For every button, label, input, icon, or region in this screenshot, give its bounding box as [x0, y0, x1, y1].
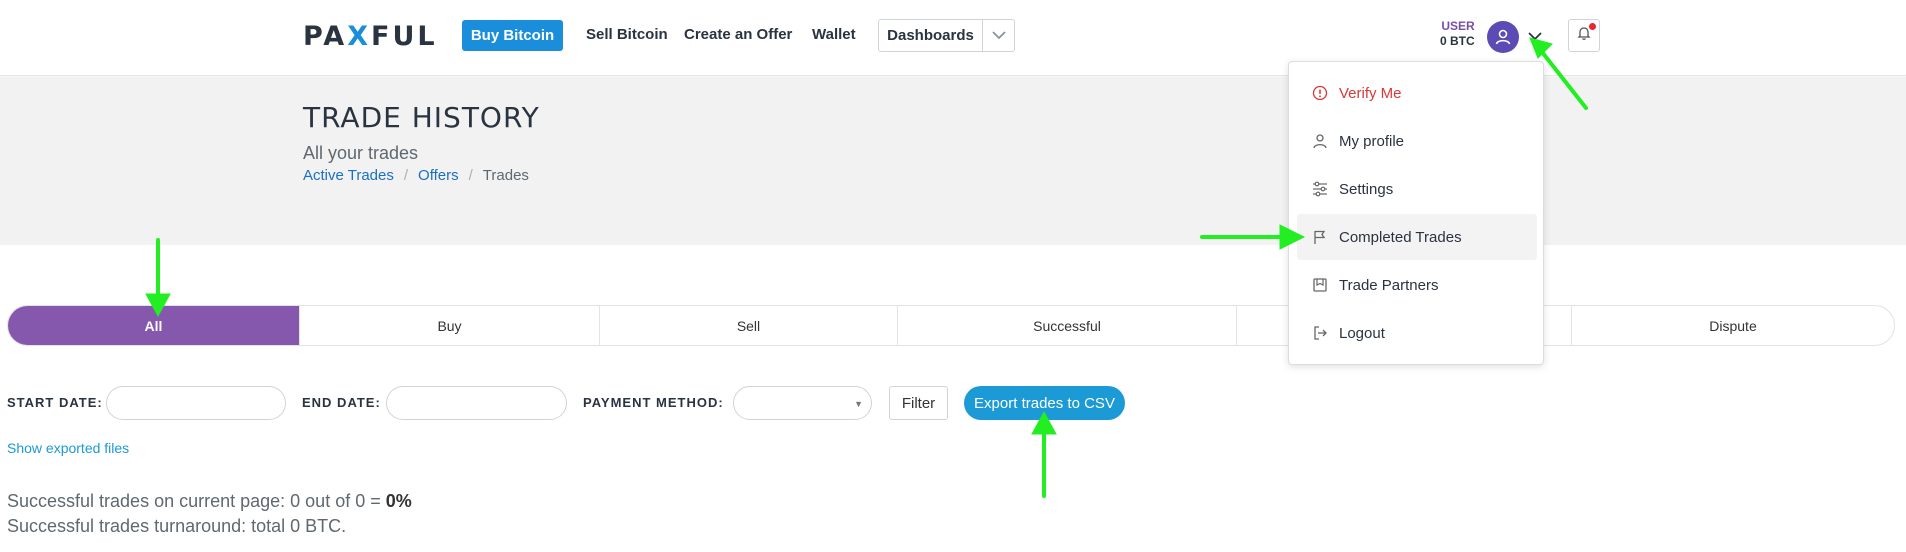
user-dropdown-menu: Verify Me My profile Settings Completed …: [1288, 61, 1544, 365]
menu-item-verify-me[interactable]: Verify Me: [1297, 70, 1537, 116]
successful-trades-stat: Successful trades on current page: 0 out…: [7, 491, 412, 512]
end-date-input[interactable]: [386, 386, 567, 420]
nav-sell-bitcoin[interactable]: Sell Bitcoin: [586, 26, 668, 43]
breadcrumb-separator: /: [468, 167, 473, 184]
tab-buy[interactable]: Buy: [300, 306, 600, 345]
notifications-button[interactable]: [1568, 19, 1600, 52]
page-title: TRADE HISTORY: [303, 101, 540, 134]
menu-item-settings[interactable]: Settings: [1297, 166, 1537, 212]
trade-filter-tabs: All Buy Sell Successful Dispute: [7, 305, 1895, 346]
chevron-down-icon[interactable]: [983, 20, 1014, 51]
user-avatar-icon[interactable]: [1487, 21, 1519, 53]
tab-successful[interactable]: Successful: [898, 306, 1237, 345]
nav-wallet[interactable]: Wallet: [812, 26, 856, 43]
partners-icon: [1311, 276, 1329, 294]
tab-dispute[interactable]: Dispute: [1572, 306, 1894, 345]
select-arrow-icon: ▼: [854, 399, 863, 409]
flag-icon: [1311, 228, 1329, 246]
breadcrumb-separator: /: [403, 167, 409, 184]
payment-method-label: PAYMENT METHOD:: [583, 395, 724, 410]
page-header-band: [0, 77, 1906, 245]
paxful-logo[interactable]: PAXFUL: [303, 21, 438, 52]
breadcrumb-trades: Trades: [482, 167, 529, 184]
filter-button[interactable]: Filter: [889, 386, 948, 420]
menu-item-my-profile[interactable]: My profile: [1297, 118, 1537, 164]
menu-item-label: Trade Partners: [1339, 276, 1439, 294]
breadcrumb: Active Trades / Offers / Trades: [303, 167, 529, 184]
logo-text-b: FUL: [371, 21, 438, 52]
notification-dot: [1589, 23, 1596, 30]
logo-text-x: X: [347, 21, 372, 52]
breadcrumb-offers[interactable]: Offers: [418, 167, 459, 184]
tab-all[interactable]: All: [8, 306, 300, 345]
start-date-input[interactable]: [106, 386, 286, 420]
top-navbar: PAXFUL Buy Bitcoin Sell Bitcoin Create a…: [0, 0, 1906, 76]
payment-method-select[interactable]: ▼: [733, 386, 872, 420]
logo-text-a: PA: [303, 21, 348, 52]
info-circle-icon: [1311, 84, 1329, 102]
start-date-label: START DATE:: [7, 395, 103, 410]
nav-create-offer[interactable]: Create an Offer: [684, 26, 792, 43]
menu-item-label: Settings: [1339, 180, 1394, 198]
menu-item-logout[interactable]: Logout: [1297, 310, 1537, 356]
user-balance[interactable]: USER 0 BTC: [1440, 19, 1475, 49]
dashboards-dropdown[interactable]: Dashboards: [878, 19, 1015, 52]
stat-percent: 0%: [385, 491, 412, 511]
dashboards-label[interactable]: Dashboards: [879, 20, 983, 51]
logout-icon: [1311, 324, 1329, 342]
show-exported-files-link[interactable]: Show exported files: [7, 440, 129, 456]
menu-item-label: Logout: [1339, 324, 1385, 342]
menu-item-label: My profile: [1339, 132, 1405, 150]
end-date-label: END DATE:: [302, 395, 381, 410]
menu-item-label: Completed Trades: [1339, 228, 1462, 246]
breadcrumb-active-trades[interactable]: Active Trades: [303, 167, 394, 184]
menu-item-completed-trades[interactable]: Completed Trades: [1297, 214, 1537, 260]
stat-text: Successful trades on current page: 0 out…: [7, 491, 386, 511]
tab-sell[interactable]: Sell: [600, 306, 898, 345]
buy-bitcoin-button[interactable]: Buy Bitcoin: [462, 20, 563, 51]
export-csv-button[interactable]: Export trades to CSV: [964, 386, 1125, 420]
page-subtitle: All your trades: [303, 143, 419, 163]
btc-balance: 0 BTC: [1440, 34, 1475, 48]
menu-item-label: Verify Me: [1339, 84, 1402, 102]
username-label: USER: [1441, 19, 1475, 33]
user-menu-chevron-icon[interactable]: [1528, 28, 1542, 46]
sliders-icon: [1311, 180, 1329, 198]
turnaround-stat: Successful trades turnaround: total 0 BT…: [7, 516, 347, 536]
user-icon: [1311, 132, 1329, 150]
menu-item-trade-partners[interactable]: Trade Partners: [1297, 262, 1537, 308]
